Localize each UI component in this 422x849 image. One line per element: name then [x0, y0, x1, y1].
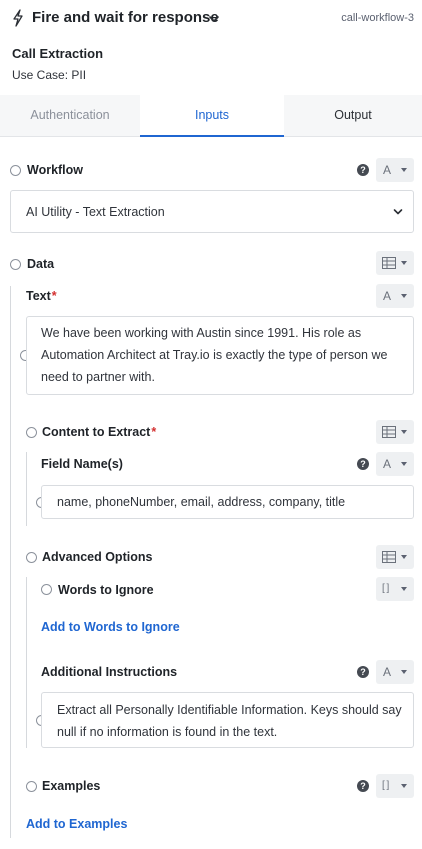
- object-type-icon: [382, 551, 396, 563]
- caret-down-icon: [401, 261, 407, 265]
- tab-output[interactable]: Output: [284, 95, 422, 137]
- call-title: Call Extraction: [12, 46, 104, 61]
- text-type-icon: A: [383, 163, 392, 177]
- caret-down-icon: [401, 670, 407, 674]
- text-value: We have been working with Austin since 1…: [41, 326, 388, 384]
- words-to-ignore-type-selector[interactable]: [ ]: [376, 577, 414, 601]
- help-icon[interactable]: ?: [357, 458, 369, 470]
- required-mark: *: [151, 425, 157, 439]
- advanced-options-type-selector[interactable]: [376, 545, 414, 569]
- text-input[interactable]: We have been working with Austin since 1…: [26, 316, 414, 395]
- caret-down-icon: [401, 462, 407, 466]
- add-to-words-to-ignore-link[interactable]: Add to Words to Ignore: [41, 619, 180, 635]
- help-icon[interactable]: ?: [357, 666, 369, 678]
- additional-instructions-type-selector[interactable]: A: [376, 660, 414, 684]
- examples-radio[interactable]: [26, 781, 37, 792]
- caret-down-icon: [401, 587, 407, 591]
- operation-title[interactable]: Fire and wait for response: [32, 8, 219, 28]
- field-names-value: name, phoneNumber, email, address, compa…: [57, 495, 346, 509]
- help-icon[interactable]: ?: [357, 780, 369, 792]
- workflow-label: Workflow: [27, 163, 84, 177]
- data-label: Data: [27, 257, 55, 271]
- field-names-type-selector[interactable]: A: [376, 452, 414, 476]
- caret-down-icon: [401, 294, 407, 298]
- object-type-icon: [382, 426, 396, 438]
- workflow-select[interactable]: AI Utility - Text Extraction: [10, 190, 414, 233]
- add-to-examples-link[interactable]: Add to Examples: [26, 816, 127, 832]
- additional-instructions-input[interactable]: Extract all Personally Identifiable Info…: [41, 692, 414, 748]
- content-to-extract-radio[interactable]: [26, 427, 37, 438]
- caret-down-icon: [401, 784, 407, 788]
- text-type-icon: A: [383, 665, 392, 679]
- caret-down-icon: [401, 555, 407, 559]
- workflow-id: call-workflow-3: [341, 12, 414, 24]
- bolt-icon: [12, 9, 24, 27]
- use-case-text: Use Case: PII: [12, 68, 87, 82]
- content-to-extract-type-selector[interactable]: [376, 420, 414, 444]
- object-type-icon: [382, 257, 396, 269]
- required-mark: *: [51, 289, 57, 303]
- text-type-icon: A: [383, 289, 392, 303]
- workflow-selected-value: AI Utility - Text Extraction: [26, 205, 165, 219]
- words-to-ignore-label: Words to Ignore: [58, 583, 154, 597]
- examples-label: Examples: [42, 779, 101, 793]
- words-to-ignore-radio[interactable]: [41, 584, 52, 595]
- content-tree-line: [26, 452, 27, 526]
- text-label: Text*: [26, 288, 57, 304]
- tab-authentication[interactable]: Authentication: [0, 95, 140, 137]
- help-icon[interactable]: ?: [357, 164, 369, 176]
- content-to-extract-label-text: Content to Extract: [42, 425, 151, 439]
- advanced-tree-line: [26, 577, 27, 748]
- chevron-down-icon: [393, 209, 403, 215]
- workflow-type-selector[interactable]: A: [376, 158, 414, 182]
- text-label-text: Text: [26, 289, 51, 303]
- field-names-label: Field Name(s): [41, 457, 123, 471]
- data-radio[interactable]: [10, 259, 21, 270]
- field-names-input[interactable]: name, phoneNumber, email, address, compa…: [41, 485, 414, 519]
- data-type-selector[interactable]: [376, 251, 414, 275]
- advanced-options-radio[interactable]: [26, 552, 37, 563]
- additional-instructions-value: Extract all Personally Identifiable Info…: [57, 703, 402, 739]
- workflow-radio[interactable]: [10, 165, 21, 176]
- array-type-icon: [ ]: [382, 780, 389, 791]
- text-type-selector[interactable]: A: [376, 284, 414, 308]
- caret-down-icon: [401, 430, 407, 434]
- tab-bar: Authentication Inputs Output: [0, 95, 422, 137]
- advanced-options-label: Advanced Options: [42, 550, 153, 564]
- array-type-icon: [ ]: [382, 583, 389, 594]
- additional-instructions-label: Additional Instructions: [41, 665, 178, 679]
- caret-down-icon: [401, 168, 407, 172]
- tab-inputs[interactable]: Inputs: [140, 95, 284, 137]
- data-tree-line: [10, 286, 11, 838]
- examples-type-selector[interactable]: [ ]: [376, 774, 414, 798]
- text-type-icon: A: [383, 457, 392, 471]
- chevron-down-icon[interactable]: [208, 12, 220, 24]
- content-to-extract-label: Content to Extract*: [42, 424, 156, 440]
